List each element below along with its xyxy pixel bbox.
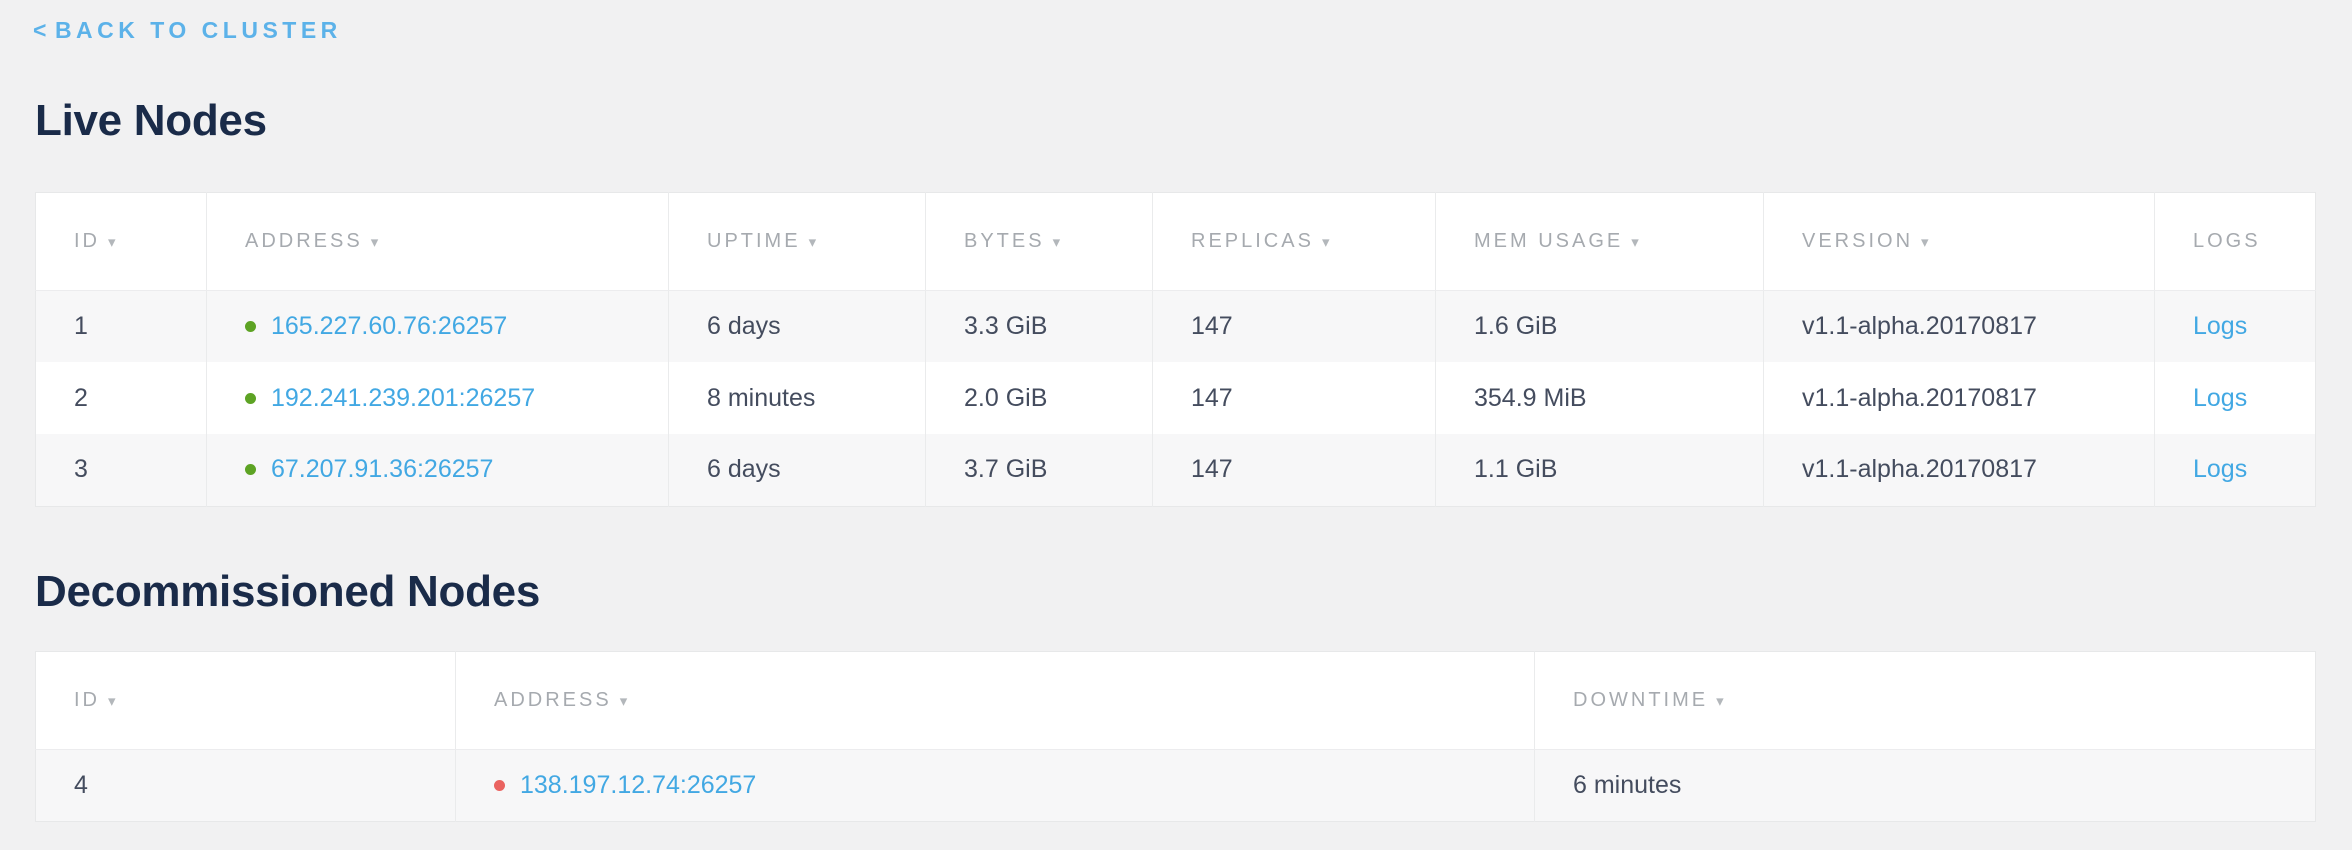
column-header-downtime[interactable]: DOWNTIME ▾ — [1535, 652, 2316, 750]
node-replicas-cell: 147 — [1153, 290, 1436, 362]
decommissioned-nodes-title: Decommissioned Nodes — [35, 567, 2352, 618]
live-nodes-table: ID ▾ ADDRESS ▾ UPTIME ▾ BYTES ▾ REPLICAS ▾ ME… — [35, 192, 2316, 507]
sort-arrow-icon: ▾ — [108, 234, 116, 251]
node-replicas-cell: 147 — [1153, 434, 1436, 506]
column-header-version[interactable]: VERSION ▾ — [1764, 192, 2155, 290]
node-address-link[interactable]: 192.241.239.201:26257 — [271, 384, 535, 412]
node-bytes-cell: 3.7 GiB — [926, 434, 1153, 506]
node-live-status-dot-icon — [245, 321, 256, 332]
column-header-address[interactable]: ADDRESS ▾ — [456, 652, 1535, 750]
node-id-cell: 1 — [36, 290, 207, 362]
column-header-label: UPTIME — [707, 230, 801, 252]
column-header-label: ADDRESS — [494, 689, 612, 711]
column-header-address[interactable]: ADDRESS ▾ — [207, 192, 669, 290]
node-address-link[interactable]: 67.207.91.36:26257 — [271, 455, 493, 483]
node-uptime-cell: 8 minutes — [669, 362, 926, 434]
node-downtime-cell: 6 minutes — [1535, 750, 2316, 822]
column-header-replicas[interactable]: REPLICAS ▾ — [1153, 192, 1436, 290]
node-address-link[interactable]: 138.197.12.74:26257 — [520, 771, 756, 799]
node-address-link[interactable]: 165.227.60.76:26257 — [271, 312, 507, 340]
node-id-cell: 2 — [36, 362, 207, 434]
node-mem-usage-cell: 1.1 GiB — [1436, 434, 1764, 506]
node-uptime-cell: 6 days — [669, 434, 926, 506]
sort-arrow-icon: ▾ — [1921, 234, 1929, 251]
node-id-cell: 4 — [36, 750, 456, 822]
node-bytes-cell: 3.3 GiB — [926, 290, 1153, 362]
column-header-id[interactable]: ID ▾ — [36, 192, 207, 290]
decommissioned-nodes-table: ID ▾ ADDRESS ▾ DOWNTIME ▾ 4 138.197.12.74:2… — [35, 651, 2316, 822]
sort-arrow-icon: ▾ — [620, 693, 628, 710]
column-header-label: VERSION — [1802, 230, 1913, 252]
node-version-cell: v1.1-alpha.20170817 — [1764, 290, 2155, 362]
logs-link[interactable]: Logs — [2193, 312, 2247, 340]
sort-arrow-icon: ▾ — [371, 234, 379, 251]
back-to-cluster-link[interactable]: <BACK TO CLUSTER — [33, 16, 342, 44]
column-header-label: BYTES — [964, 230, 1045, 252]
back-chevron-icon: < — [33, 17, 51, 43]
node-mem-usage-cell: 1.6 GiB — [1436, 290, 1764, 362]
live-nodes-title: Live Nodes — [35, 96, 2352, 147]
column-header-bytes[interactable]: BYTES ▾ — [926, 192, 1153, 290]
column-header-logs: LOGS — [2155, 192, 2316, 290]
live-nodes-header-row: ID ▾ ADDRESS ▾ UPTIME ▾ BYTES ▾ REPLICAS ▾ ME… — [36, 192, 2316, 290]
column-header-label: ID — [74, 230, 100, 252]
node-row: 2 192.241.239.201:26257 8 minutes 2.0 Gi… — [36, 362, 2316, 434]
back-link-label: BACK TO CLUSTER — [55, 17, 342, 43]
column-header-uptime[interactable]: UPTIME ▾ — [669, 192, 926, 290]
sort-arrow-icon: ▾ — [1631, 234, 1639, 251]
sort-arrow-icon: ▾ — [1053, 234, 1061, 251]
node-dead-status-dot-icon — [494, 780, 505, 791]
node-id-cell: 3 — [36, 434, 207, 506]
node-address-cell: 138.197.12.74:26257 — [456, 750, 1535, 822]
sort-arrow-icon: ▾ — [108, 693, 116, 710]
sort-arrow-icon: ▾ — [1716, 693, 1724, 710]
logs-link[interactable]: Logs — [2193, 384, 2247, 412]
node-version-cell: v1.1-alpha.20170817 — [1764, 434, 2155, 506]
decommissioned-nodes-header-row: ID ▾ ADDRESS ▾ DOWNTIME ▾ — [36, 652, 2316, 750]
node-uptime-cell: 6 days — [669, 290, 926, 362]
sort-arrow-icon: ▾ — [809, 234, 817, 251]
column-header-mem-usage[interactable]: MEM USAGE ▾ — [1436, 192, 1764, 290]
node-row: 3 67.207.91.36:26257 6 days 3.7 GiB 147 … — [36, 434, 2316, 506]
column-header-label: DOWNTIME — [1573, 689, 1708, 711]
node-logs-cell: Logs — [2155, 434, 2316, 506]
logs-link[interactable]: Logs — [2193, 455, 2247, 483]
sort-arrow-icon: ▾ — [1322, 234, 1330, 251]
node-live-status-dot-icon — [245, 464, 256, 475]
node-mem-usage-cell: 354.9 MiB — [1436, 362, 1764, 434]
node-logs-cell: Logs — [2155, 290, 2316, 362]
column-header-id[interactable]: ID ▾ — [36, 652, 456, 750]
column-header-label: MEM USAGE — [1474, 230, 1623, 252]
nodes-page: <BACK TO CLUSTER Live Nodes ID ▾ ADDRESS ▾… — [0, 0, 2352, 850]
node-version-cell: v1.1-alpha.20170817 — [1764, 362, 2155, 434]
column-header-label: REPLICAS — [1191, 230, 1314, 252]
node-row: 4 138.197.12.74:26257 6 minutes — [36, 750, 2316, 822]
node-logs-cell: Logs — [2155, 362, 2316, 434]
column-header-label: ADDRESS — [245, 230, 363, 252]
node-row: 1 165.227.60.76:26257 6 days 3.3 GiB 147… — [36, 290, 2316, 362]
column-header-label: ID — [74, 689, 100, 711]
node-replicas-cell: 147 — [1153, 362, 1436, 434]
node-address-cell: 67.207.91.36:26257 — [207, 434, 669, 506]
node-live-status-dot-icon — [245, 393, 256, 404]
node-bytes-cell: 2.0 GiB — [926, 362, 1153, 434]
node-address-cell: 165.227.60.76:26257 — [207, 290, 669, 362]
column-header-label: LOGS — [2193, 230, 2261, 252]
node-address-cell: 192.241.239.201:26257 — [207, 362, 669, 434]
